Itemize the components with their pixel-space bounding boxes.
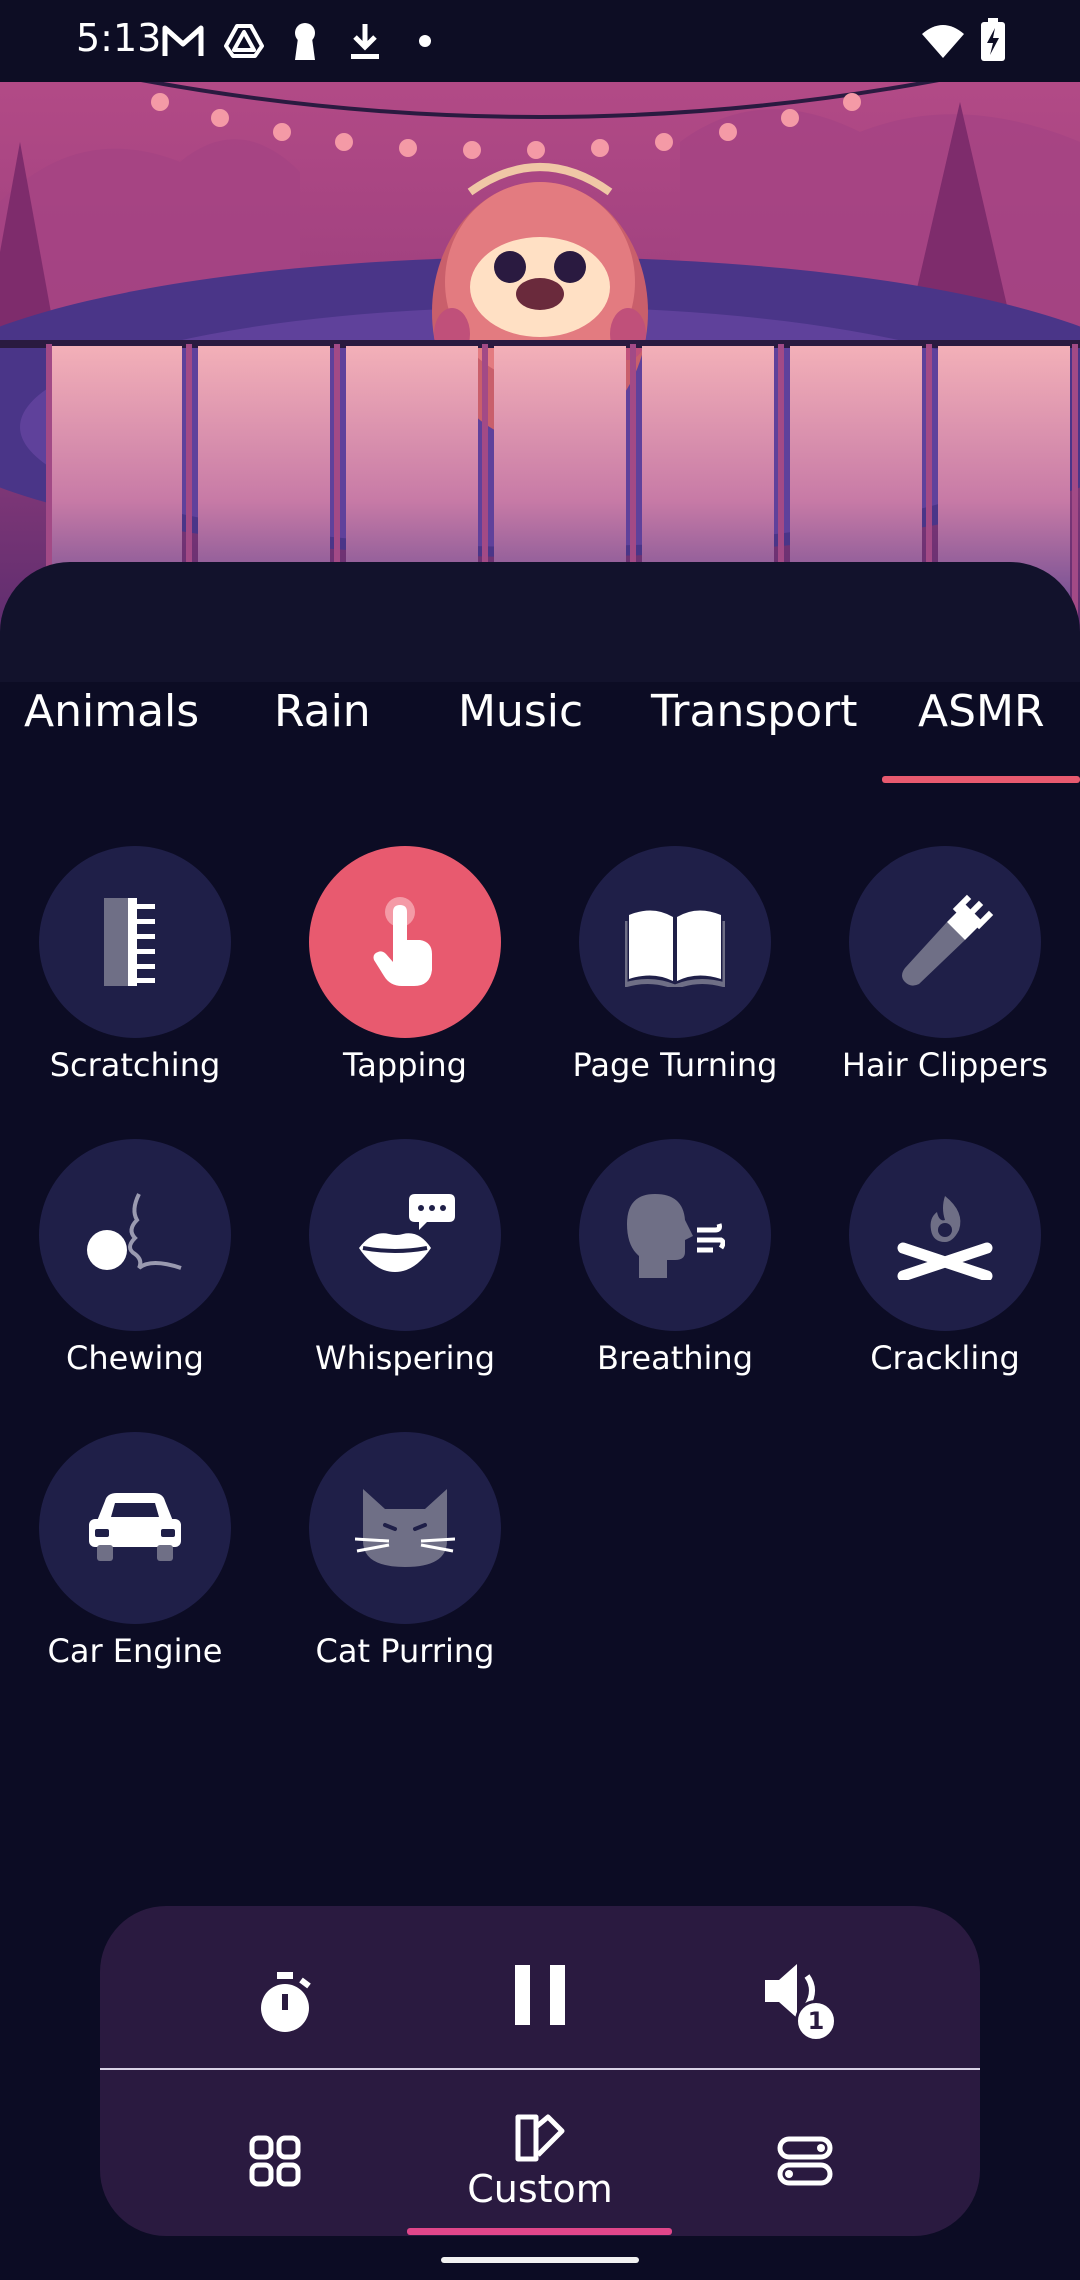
tab-animals[interactable]: Animals (24, 686, 199, 737)
cat-icon (355, 1489, 455, 1567)
battery-charging-icon (981, 18, 1005, 61)
campfire-icon (897, 1196, 993, 1280)
sound-label: Car Engine (47, 1632, 223, 1670)
sound-cat-purring[interactable]: Cat Purring (270, 1432, 540, 1670)
drive-icon (224, 24, 264, 58)
gesture-home-bar[interactable] (441, 2257, 639, 2263)
tab-transport[interactable]: Transport (651, 686, 857, 737)
timer-button[interactable] (230, 1948, 340, 2058)
tab-music[interactable]: Music (458, 686, 583, 737)
sound-chewing[interactable]: Chewing (0, 1139, 270, 1377)
sound-label: Chewing (66, 1339, 204, 1377)
nav-custom-label: Custom (467, 2167, 613, 2211)
sound-chewing-button[interactable] (39, 1139, 231, 1331)
grid-icon (249, 2135, 301, 2187)
volume-badge: 1 (795, 2000, 837, 2042)
tab-rain[interactable]: Rain (274, 686, 371, 737)
sound-whispering-button[interactable] (309, 1139, 501, 1331)
keyhole-icon (295, 23, 315, 60)
sound-page-turning-button[interactable] (579, 846, 771, 1038)
wifi-icon (922, 25, 964, 58)
pause-icon (515, 1965, 565, 2025)
lips-speech-icon (359, 1194, 455, 1272)
toggles-icon (777, 2136, 833, 2186)
stopwatch-icon (261, 1972, 311, 2032)
volume-button[interactable]: 1 (740, 1944, 860, 2054)
finger-tap-icon (373, 897, 432, 986)
sound-whispering[interactable]: Whispering (270, 1139, 540, 1377)
status-time: 5:13 (76, 16, 162, 60)
sound-crackling-button[interactable] (849, 1139, 1041, 1331)
nav-custom-button[interactable]: Custom (440, 2098, 640, 2226)
sound-hair-clippers[interactable]: Hair Clippers (810, 846, 1080, 1084)
sound-scratching[interactable]: Scratching (0, 846, 270, 1084)
sound-label: Page Turning (572, 1046, 778, 1084)
nav-selected-indicator (407, 2228, 672, 2235)
status-bar: 5:13 (0, 0, 1080, 82)
sound-tapping-button[interactable] (309, 846, 501, 1038)
category-tabs: Animals Rain Music Transport ASMR (0, 652, 1080, 784)
player-divider (100, 2068, 980, 2070)
sound-tapping[interactable]: Tapping (270, 846, 540, 1084)
sound-scratching-button[interactable] (39, 846, 231, 1038)
sound-label: Whispering (314, 1339, 496, 1377)
nav-grid-button[interactable] (220, 2106, 330, 2216)
gmail-icon (162, 25, 204, 56)
sound-label: Breathing (596, 1339, 753, 1377)
sound-breathing[interactable]: Breathing (540, 1139, 810, 1377)
sound-hair-clippers-button[interactable] (849, 846, 1041, 1038)
sound-breathing-button[interactable] (579, 1139, 771, 1331)
sound-page-turning[interactable]: Page Turning (540, 846, 810, 1084)
sound-label: Hair Clippers (841, 1046, 1049, 1084)
tab-asmr[interactable]: ASMR (918, 686, 1045, 737)
comb-icon (104, 898, 155, 986)
open-book-icon (625, 910, 725, 987)
pause-button[interactable] (485, 1940, 595, 2050)
custom-icon (515, 2114, 565, 2162)
download-icon (351, 24, 379, 59)
nav-toggles-button[interactable] (750, 2106, 860, 2216)
sound-label: Tapping (343, 1046, 467, 1084)
tab-indicator (882, 776, 1080, 783)
sound-label: Cat Purring (315, 1632, 495, 1670)
player-panel: 1 Custom (100, 1906, 980, 2236)
sound-crackling[interactable]: Crackling (810, 1139, 1080, 1377)
sound-label: Crackling (870, 1339, 1020, 1377)
dot-icon (419, 35, 431, 47)
car-icon (89, 1493, 181, 1561)
head-breath-icon (627, 1194, 725, 1278)
sound-label: Scratching (49, 1046, 221, 1084)
chewing-face-icon (87, 1193, 182, 1270)
hair-clippers-icon (902, 894, 994, 986)
sound-car-engine[interactable]: Car Engine (0, 1432, 270, 1670)
sound-car-engine-button[interactable] (39, 1432, 231, 1624)
sound-cat-purring-button[interactable] (309, 1432, 501, 1624)
